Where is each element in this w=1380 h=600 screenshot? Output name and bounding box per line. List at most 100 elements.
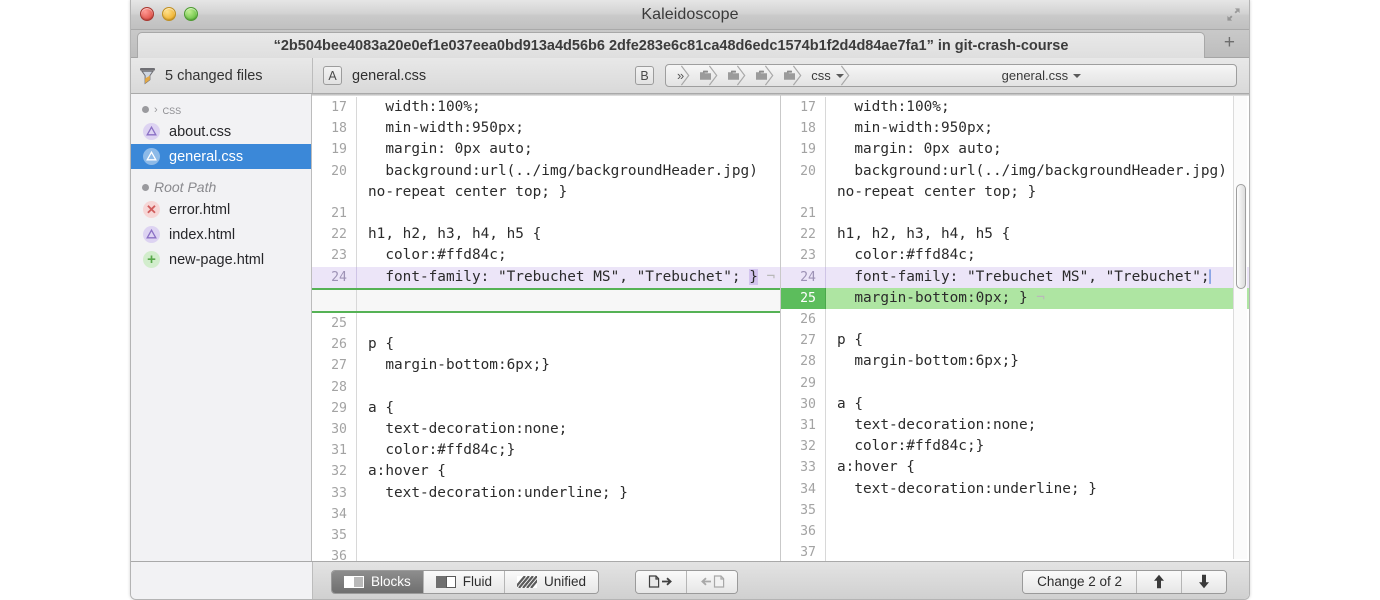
document-tab[interactable]: “2b504bee4083a20e0ef1e037eea0bd913a4d56b…	[137, 32, 1205, 59]
diff-line[interactable]: 21	[781, 203, 1249, 224]
line-number: 19	[781, 139, 826, 160]
diff-line[interactable]: 30 text-decoration:none;	[312, 419, 780, 440]
diff-line[interactable]: 24 font-family: "Trebuchet MS", "Trebuch…	[781, 267, 1249, 288]
diff-line[interactable]: 34 text-decoration:underline; }	[781, 479, 1249, 500]
diff-line[interactable]: 34	[312, 504, 780, 525]
line-number: 26	[781, 309, 826, 330]
sidebar-item-about-css[interactable]: about.css	[131, 119, 311, 144]
diff-line[interactable]: 18 min-width:950px;	[312, 118, 780, 139]
breadcrumb-folder-2[interactable]	[718, 65, 746, 86]
diff-line[interactable]: 23 color:#ffd84c;	[312, 245, 780, 266]
line-text: color:#ffd84c;	[837, 247, 976, 263]
diff-line[interactable]: 26	[781, 309, 1249, 330]
diff-line[interactable]: 17 width:100%;	[781, 97, 1249, 118]
diff-line[interactable]: 18 min-width:950px;	[781, 118, 1249, 139]
diff-line[interactable]: 29	[781, 373, 1249, 394]
unified-icon	[517, 576, 537, 588]
diff-line[interactable]: 36	[312, 546, 780, 561]
fullscreen-icon[interactable]	[1226, 7, 1241, 22]
sidebar-item-index-html[interactable]: index.html	[131, 222, 311, 247]
diff-line[interactable]: 25	[312, 313, 780, 334]
diff-line[interactable]: 35	[312, 525, 780, 546]
vertical-scrollbar[interactable]	[1233, 96, 1247, 559]
diff-line[interactable]: 20 background:url(../img/backgroundHeade…	[781, 161, 1249, 203]
previous-change-button[interactable]	[1137, 571, 1182, 593]
view-mode-unified[interactable]: Unified	[505, 571, 598, 593]
diff-line[interactable]: 19 margin: 0px auto;	[781, 139, 1249, 160]
diff-line[interactable]: 33a:hover {	[781, 457, 1249, 478]
line-text	[368, 205, 377, 221]
sidebar-group-css[interactable]: ›css	[131, 100, 311, 119]
line-text: p {	[368, 336, 394, 352]
diff-line[interactable]: 22h1, h2, h3, h4, h5 {	[781, 224, 1249, 245]
line-ending-marker: ¬	[758, 269, 775, 285]
diff-line[interactable]: 33 text-decoration:underline; }	[312, 483, 780, 504]
kaleidoscope-icon	[139, 67, 156, 85]
line-text: text-decoration:none;	[368, 421, 567, 437]
diff-line[interactable]: 28	[312, 377, 780, 398]
diff-pane-right[interactable]: 17 width:100%;18 min-width:950px;19 marg…	[781, 94, 1249, 561]
diff-line[interactable]: 20 background:url(../img/backgroundHeade…	[312, 161, 780, 203]
sidebar-item-error-html[interactable]: ✕error.html	[131, 197, 311, 222]
diff-line[interactable]: 26p {	[312, 334, 780, 355]
diff-line[interactable]: 31 color:#ffd84c;}	[312, 440, 780, 461]
sidebar-item-general-css[interactable]: general.css	[131, 144, 311, 169]
view-mode-group[interactable]: Blocks Fluid Unified	[331, 570, 599, 594]
breadcrumb[interactable]: »	[665, 64, 1237, 87]
diff-line[interactable]: 19 margin: 0px auto;	[312, 139, 780, 160]
diff-line[interactable]: 32 color:#ffd84c;}	[781, 436, 1249, 457]
change-nav-group[interactable]: Change 2 of 2	[1022, 570, 1227, 594]
scrollbar-thumb[interactable]	[1236, 184, 1246, 289]
diff-panes: 17 width:100%;18 min-width:950px;19 marg…	[312, 94, 1249, 561]
sidebar-item-label: about.css	[169, 124, 231, 140]
bottom-sidebar-spacer	[131, 562, 313, 600]
changed-files-summary[interactable]: 5 changed files	[131, 58, 313, 93]
diff-line[interactable]: 23 color:#ffd84c;	[781, 245, 1249, 266]
deleted-file-icon: ✕	[143, 201, 160, 218]
view-mode-fluid[interactable]: Fluid	[424, 571, 505, 593]
breadcrumb-folder-3[interactable]	[746, 65, 774, 86]
line-code	[357, 313, 780, 334]
copy-to-left-button[interactable]	[687, 571, 737, 593]
line-number: 20	[312, 161, 357, 203]
new-tab-button[interactable]: +	[1224, 33, 1235, 53]
breadcrumb-css-folder[interactable]: css	[802, 65, 850, 86]
line-text	[368, 527, 377, 543]
view-mode-blocks[interactable]: Blocks	[332, 571, 424, 593]
diff-line[interactable]: 22h1, h2, h3, h4, h5 {	[312, 224, 780, 245]
breadcrumb-folder-4[interactable]	[774, 65, 802, 86]
diff-line[interactable]: 24 font-family: "Trebuchet MS", "Trebuch…	[312, 267, 780, 288]
diff-line[interactable]: 28 margin-bottom:6px;}	[781, 351, 1249, 372]
diff-line[interactable]: 17 width:100%;	[312, 97, 780, 118]
diff-line[interactable]: 32a:hover {	[312, 461, 780, 482]
diff-line[interactable]: 27p {	[781, 330, 1249, 351]
line-text: text-decoration:underline; }	[837, 481, 1097, 497]
line-number: 33	[312, 483, 357, 504]
sidebar-item-new-page-html[interactable]: +new-page.html	[131, 247, 311, 272]
diff-line[interactable]: 36	[781, 521, 1249, 542]
copy-to-right-button[interactable]	[636, 571, 687, 593]
diff-line[interactable]: 25 margin-bottom:0px; } ¬	[781, 288, 1249, 309]
line-code: a:hover {	[826, 457, 1249, 478]
line-text: background:url(../img/backgroundHeader.j…	[368, 163, 767, 200]
breadcrumb-folder-1[interactable]	[690, 65, 718, 86]
diff-line[interactable]: 21	[312, 203, 780, 224]
diff-line[interactable]: 30a {	[781, 394, 1249, 415]
next-change-button[interactable]	[1182, 571, 1226, 593]
diff-line[interactable]: 29a {	[312, 398, 780, 419]
copy-block-group[interactable]	[635, 570, 738, 594]
diff-line[interactable]: 27 margin-bottom:6px;}	[312, 355, 780, 376]
diff-line[interactable]: 37	[781, 542, 1249, 561]
diff-line[interactable]: 35	[781, 500, 1249, 521]
line-code: margin-bottom:6px;}	[826, 351, 1249, 372]
line-code: text-decoration:none;	[826, 415, 1249, 436]
breadcrumb-file[interactable]: general.css	[850, 65, 1236, 86]
breadcrumb-css-label: css	[811, 68, 831, 83]
diff-line[interactable]: 31 text-decoration:none;	[781, 415, 1249, 436]
diff-line[interactable]	[312, 288, 780, 313]
breadcrumb-overflow[interactable]: »	[666, 65, 690, 86]
line-number: 34	[781, 479, 826, 500]
changed-token: }	[749, 269, 758, 285]
sidebar-group-root-path[interactable]: Root Path	[131, 177, 311, 197]
diff-pane-left[interactable]: 17 width:100%;18 min-width:950px;19 marg…	[312, 94, 781, 561]
